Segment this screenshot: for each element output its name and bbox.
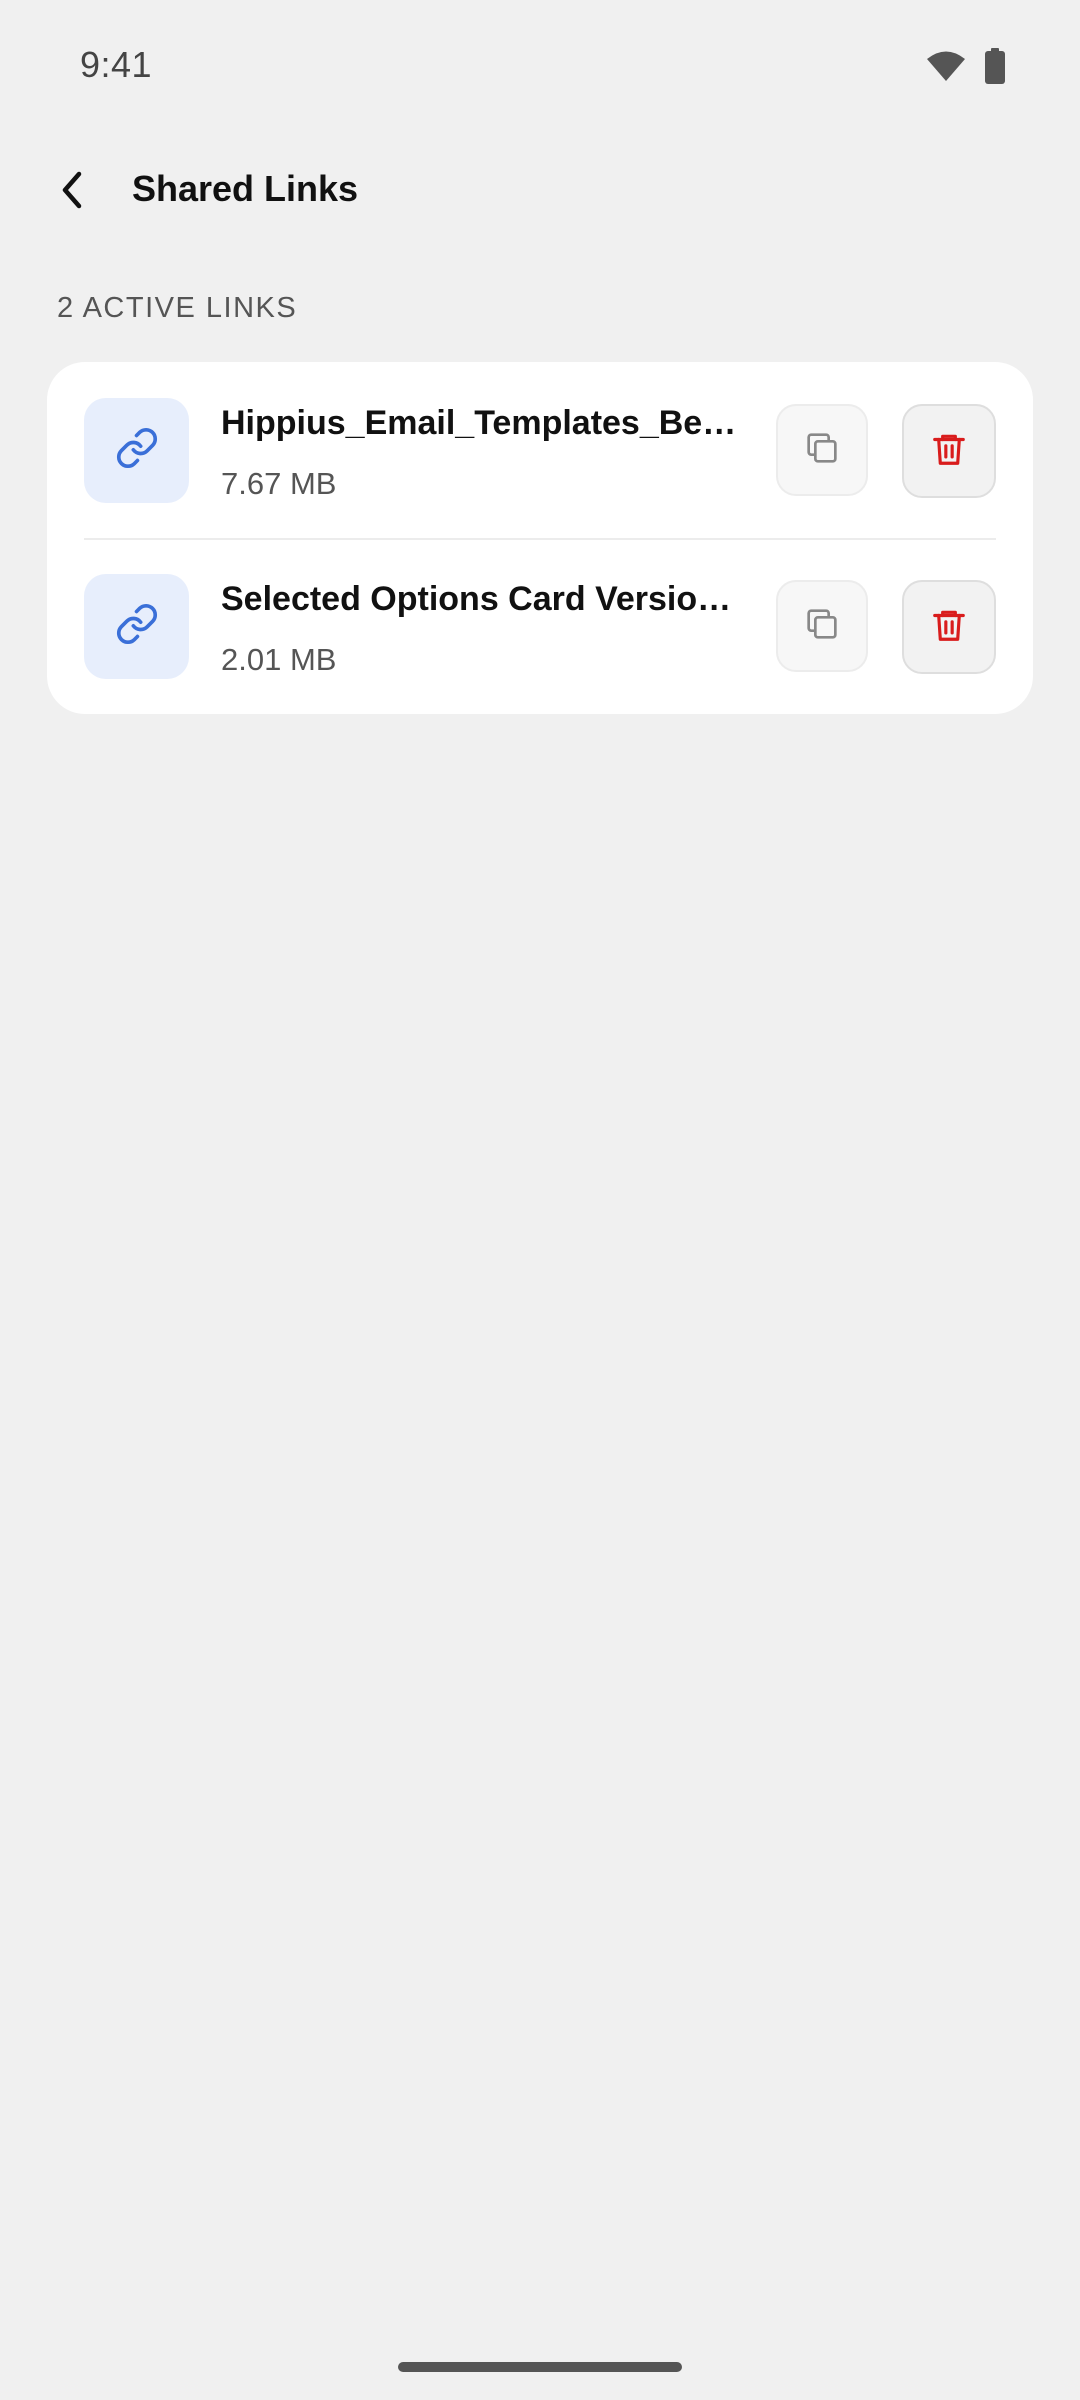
file-size: 2.01 MB (221, 642, 337, 677)
delete-link-button[interactable] (902, 580, 996, 674)
page-title: Shared Links (132, 168, 359, 209)
wifi-icon (926, 50, 966, 87)
copy-icon (802, 428, 842, 473)
list-item[interactable]: Selected Options Card Version... 2.01 MB (47, 538, 1033, 714)
shared-links-card: Hippius_Email_Templates_Bef... 7.67 MB S… (47, 362, 1033, 714)
list-item[interactable]: Hippius_Email_Templates_Bef... 7.67 MB (47, 362, 1033, 538)
copy-link-button[interactable] (776, 404, 868, 496)
status-time: 9:41 (80, 44, 153, 85)
home-indicator[interactable] (398, 2362, 682, 2372)
copy-icon (802, 604, 842, 649)
trash-icon (930, 429, 968, 474)
link-tile (84, 574, 189, 679)
link-icon (115, 602, 159, 651)
link-tile (84, 398, 189, 503)
file-name: Hippius_Email_Templates_Bef... (221, 404, 741, 442)
delete-link-button[interactable] (902, 404, 996, 498)
section-label: 2 ACTIVE LINKS (57, 292, 298, 324)
file-name: Selected Options Card Version... (221, 580, 741, 618)
app-bar: Shared Links (0, 150, 1080, 234)
status-bar: 9:41 (0, 0, 1080, 130)
link-icon (115, 426, 159, 475)
chevron-left-icon (57, 170, 89, 215)
file-size: 7.67 MB (221, 466, 337, 501)
copy-link-button[interactable] (776, 580, 868, 672)
status-icons (926, 48, 1006, 89)
trash-icon (930, 605, 968, 650)
battery-icon (984, 48, 1006, 89)
back-button[interactable] (38, 160, 108, 224)
